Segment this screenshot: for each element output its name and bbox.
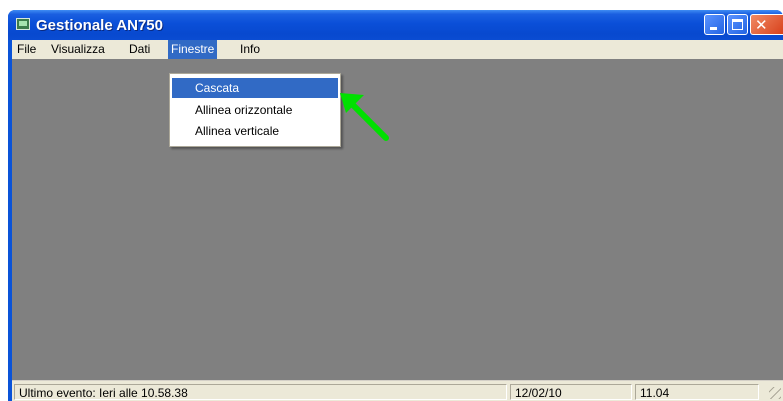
menu-item-cascata[interactable]: Cascata xyxy=(172,78,338,98)
status-time: 11.04 xyxy=(635,384,759,400)
menu-file[interactable]: File xyxy=(14,40,39,59)
app-window: Gestionale AN750 ✕ File Visualizza Dati … xyxy=(8,10,783,401)
menu-item-allinea-verticale[interactable]: Allinea verticale xyxy=(172,121,338,141)
menu-finestre[interactable]: Finestre xyxy=(168,40,218,59)
menu-visualizza[interactable]: Visualizza xyxy=(48,40,108,59)
app-window-icon[interactable] xyxy=(16,18,30,30)
menu-bar: File Visualizza Dati Finestre Info xyxy=(12,40,783,59)
menu-info[interactable]: Info xyxy=(237,40,263,59)
minimize-icon xyxy=(710,27,717,30)
menu-dati[interactable]: Dati xyxy=(126,40,153,59)
title-bar[interactable]: Gestionale AN750 ✕ xyxy=(8,10,783,40)
status-bar: Ultimo evento: Ieri alle 10.58.38 12/02/… xyxy=(12,380,783,401)
menu-item-allinea-orizzontale[interactable]: Allinea orizzontale xyxy=(172,100,338,120)
finestre-dropdown-menu: Cascata Allinea orizzontale Allinea vert… xyxy=(169,73,341,147)
close-button[interactable]: ✕ xyxy=(750,14,783,35)
close-icon: ✕ xyxy=(755,16,768,34)
minimize-button[interactable] xyxy=(704,14,725,35)
maximize-icon xyxy=(732,19,743,30)
window-title: Gestionale AN750 xyxy=(36,17,163,34)
resize-grip-icon[interactable] xyxy=(769,387,781,399)
green-arrow-icon xyxy=(340,93,389,141)
status-date: 12/02/10 xyxy=(510,384,632,400)
maximize-button[interactable] xyxy=(727,14,748,35)
status-last-event: Ultimo evento: Ieri alle 10.58.38 xyxy=(14,384,507,400)
